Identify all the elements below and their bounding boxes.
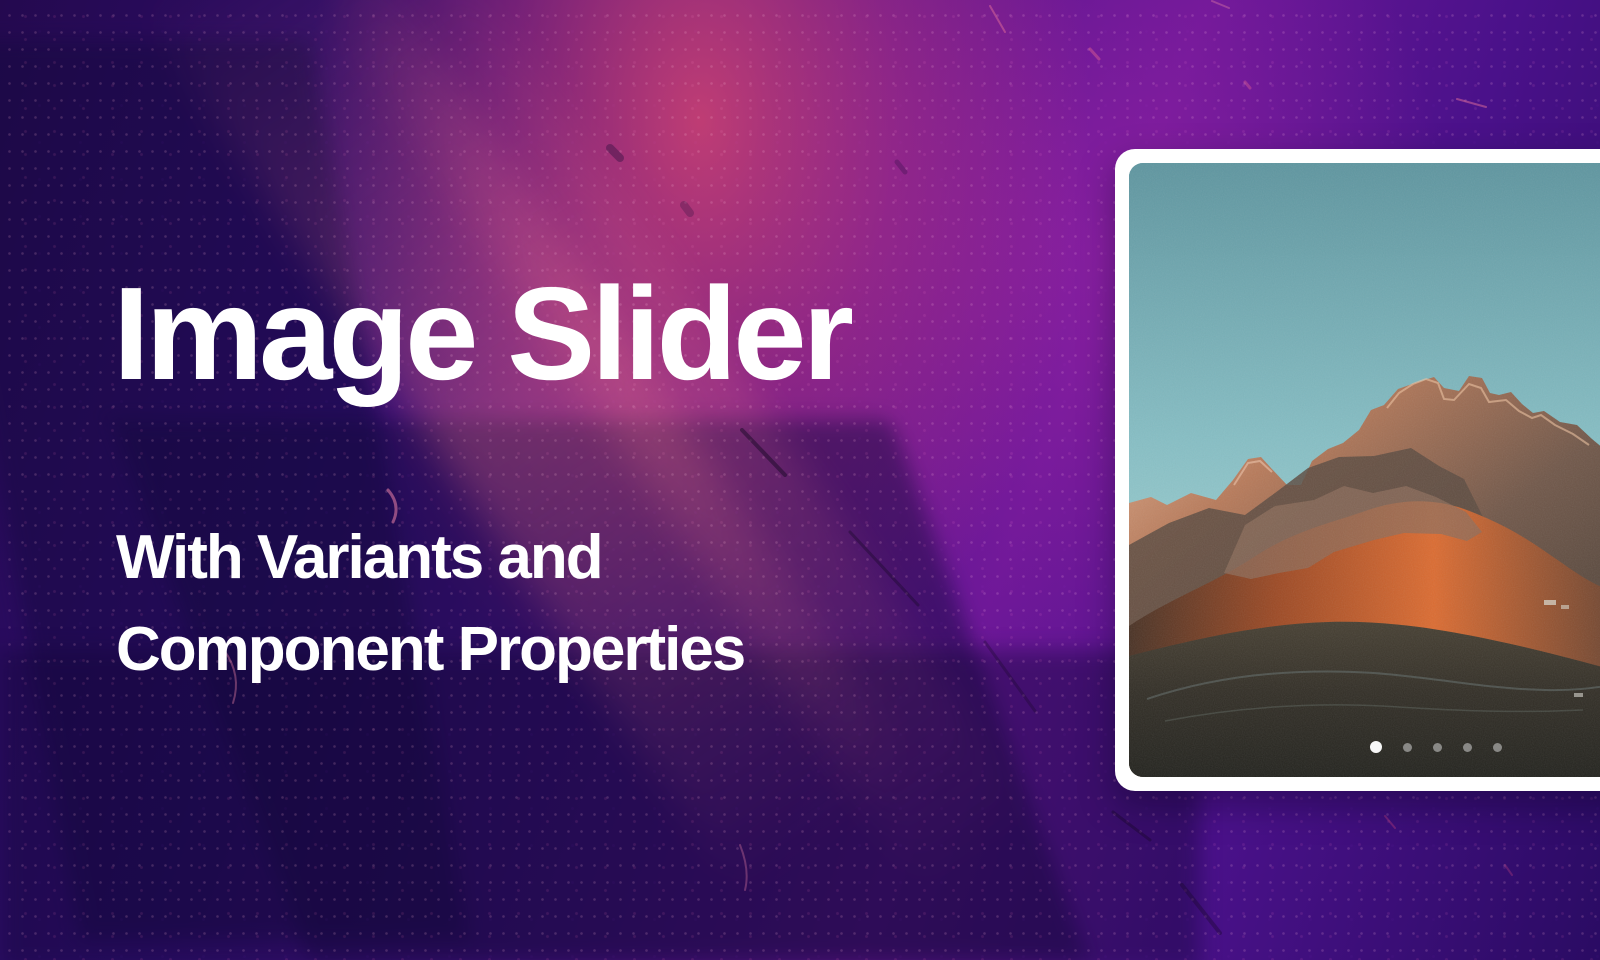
slider-image — [1129, 163, 1600, 777]
slider-dot-4[interactable] — [1463, 742, 1472, 752]
slider-dot-2[interactable] — [1403, 742, 1412, 752]
image-slider[interactable] — [1115, 149, 1600, 791]
slider-dot-1[interactable] — [1370, 741, 1382, 753]
mountain-landscape-image — [1129, 163, 1600, 777]
slider-pagination — [1370, 741, 1502, 753]
slider-dot-5[interactable] — [1493, 742, 1502, 752]
page-subtitle: With Variants and Component Properties — [116, 512, 906, 696]
slider-dot-3[interactable] — [1433, 742, 1442, 752]
hero-banner: Image Slider With Variants and Component… — [0, 0, 1600, 960]
subtitle-line: With Variants and — [116, 523, 604, 592]
subtitle-line: Component Properties — [116, 614, 746, 684]
page-title: Image Slider — [113, 260, 854, 407]
